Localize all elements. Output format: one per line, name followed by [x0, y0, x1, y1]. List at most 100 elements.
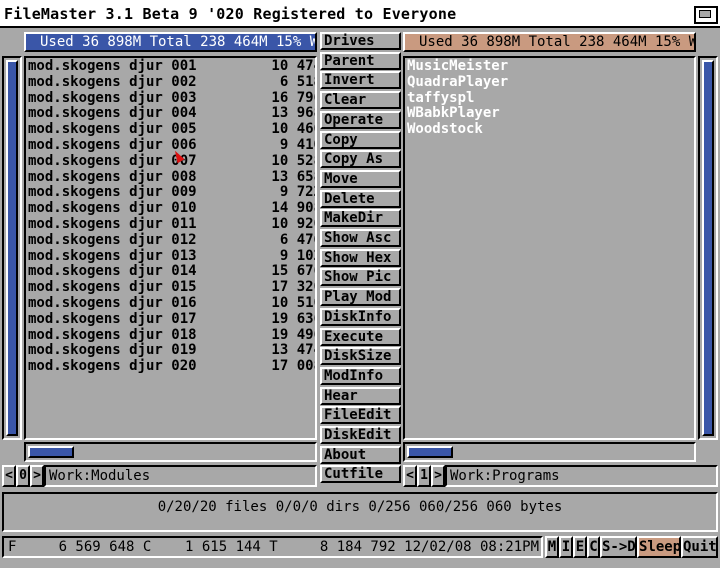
file-name: mod.skogens djur 016 [28, 295, 197, 311]
quit-button[interactable]: Quit [681, 536, 718, 558]
file-row[interactable]: mod.skogens djur 012 6 476 [28, 231, 315, 249]
right-horizontal-scrollbar[interactable] [403, 442, 696, 462]
program-item[interactable]: WBabkPlayer [407, 106, 500, 122]
depth-gadget-icon[interactable] [694, 6, 718, 24]
i-button[interactable]: I [559, 536, 573, 558]
right-prev-button[interactable]: < [403, 465, 417, 487]
file-row[interactable]: mod.skogens djur 019 13 474 [28, 342, 315, 359]
left-horizontal-scrollbar[interactable] [24, 442, 317, 462]
cmd-button-about[interactable]: About [320, 445, 401, 464]
file-row[interactable]: mod.skogens djur 001 10 474 [28, 58, 315, 75]
file-size: 9 722 [279, 184, 315, 201]
file-size: 10 474 [271, 58, 317, 74]
cmd-button-show-asc[interactable]: Show Asc [320, 229, 401, 247]
file-name: mod.skogens djur 011 [28, 216, 197, 232]
left-hscroll-knob[interactable] [28, 446, 74, 458]
file-row[interactable]: mod.skogens djur 016 10 510 [28, 295, 315, 312]
cmd-button-execute[interactable]: Execute [320, 327, 401, 346]
c-button[interactable]: C [587, 536, 600, 558]
file-row[interactable]: mod.skogens djur 014 15 676 [28, 264, 315, 280]
cmd-button-operate[interactable]: Operate [320, 110, 401, 129]
program-item[interactable]: Woodstock [407, 122, 483, 138]
e-button[interactable]: E [573, 536, 587, 558]
cmd-button-show-pic[interactable]: Show Pic [320, 268, 401, 287]
file-size: 6 476 [279, 231, 315, 248]
file-row[interactable]: mod.skogens djur 011 10 920 [28, 216, 315, 233]
cmd-button-show-hex[interactable]: Show Hex [320, 248, 401, 267]
file-row[interactable]: mod.skogens djur 020 17 008 [28, 359, 315, 375]
file-row[interactable]: mod.skogens djur 005 10 460 [28, 122, 315, 138]
cmd-button-clear[interactable]: Clear [320, 91, 401, 110]
cmd-button-diskedit[interactable]: DiskEdit [320, 426, 401, 444]
file-row[interactable]: mod.skogens djur 003 16 796 [28, 89, 315, 107]
left-vertical-scrollbar[interactable] [2, 56, 22, 440]
sleep-button[interactable]: Sleep [637, 536, 681, 558]
cmd-button-hear[interactable]: Hear [320, 386, 401, 405]
cmd-button-invert[interactable]: Invert [320, 71, 401, 90]
status-area: 0/20/20 files 0/0/0 dirs 0/256 060/256 0… [2, 492, 718, 532]
file-row[interactable]: mod.skogens djur 002 6 518 [28, 74, 315, 91]
right-path-field[interactable]: Work:Programs [445, 465, 718, 487]
file-row[interactable]: mod.skogens djur 017 19 636 [28, 310, 315, 328]
memory-info: F 6 569 648 C 1 615 144 T 8 184 792 12/0… [2, 536, 543, 558]
right-file-list[interactable]: MusicMeister QuadraPlayer taffyspl WBabkPla… [403, 56, 696, 440]
left-file-list[interactable]: mod.skogens djur 001 10 474 mod.skogens dj… [24, 56, 317, 440]
file-row[interactable]: mod.skogens djur 007 10 528 [28, 153, 315, 170]
cmd-button-delete[interactable]: Delete [320, 189, 401, 208]
file-size: 17 008 [271, 358, 317, 375]
file-name: mod.skogens djur 015 [28, 279, 197, 296]
file-name: mod.skogens djur 019 [28, 342, 197, 359]
file-row[interactable]: mod.skogens djur 018 19 496 [28, 326, 315, 344]
file-row[interactable]: mod.skogens djur 009 9 722 [28, 184, 315, 201]
right-vertical-scrollbar[interactable] [698, 56, 718, 440]
cmd-button-play-mod[interactable]: Play Mod [320, 288, 401, 307]
file-row[interactable]: mod.skogens djur 013 9 102 [28, 248, 315, 265]
right-next-button[interactable]: > [431, 465, 445, 487]
file-name: mod.skogens djur 003 [28, 89, 197, 106]
file-name: mod.skogens djur 009 [28, 184, 197, 201]
file-row[interactable]: mod.skogens djur 015 17 320 [28, 279, 315, 296]
left-path-field[interactable]: Work:Modules [44, 465, 317, 487]
right-vscroll-knob[interactable] [702, 60, 714, 436]
right-panel-header[interactable]: Used 36 898M Total 238 464M 15% W [403, 32, 696, 52]
cmd-button-move[interactable]: Move [320, 169, 401, 188]
left-drive-number[interactable]: 0 [16, 465, 30, 487]
file-size: 17 320 [271, 279, 317, 296]
cmd-button-drives[interactable]: Drives [320, 32, 401, 50]
file-name: mod.skogens djur 012 [28, 231, 197, 248]
left-vscroll-knob[interactable] [6, 60, 18, 436]
file-size: 10 528 [271, 152, 317, 169]
cmd-button-modinfo[interactable]: ModInfo [320, 366, 401, 385]
file-name: mod.skogens djur 001 [28, 58, 197, 74]
file-row[interactable]: mod.skogens djur 010 14 908 [28, 201, 315, 217]
program-item[interactable]: taffyspl [407, 90, 474, 107]
cmd-button-copy[interactable]: Copy [320, 130, 401, 149]
right-drive-number[interactable]: 1 [417, 465, 431, 487]
cmd-button-cutfile[interactable]: Cutfile [320, 465, 401, 484]
file-name: mod.skogens djur 006 [28, 137, 197, 153]
file-size: 10 920 [271, 216, 317, 232]
left-next-button[interactable]: > [30, 465, 44, 487]
m-button[interactable]: M [545, 536, 559, 558]
bottom-bar: F 6 569 648 C 1 615 144 T 8 184 792 12/0… [0, 536, 720, 558]
cmd-button-disksize[interactable]: DiskSize [320, 347, 401, 366]
program-item[interactable]: MusicMeister [407, 59, 508, 75]
file-size: 14 908 [271, 200, 317, 217]
file-row[interactable]: mod.skogens djur 008 13 658 [28, 169, 315, 186]
cmd-button-diskinfo[interactable]: DiskInfo [320, 307, 401, 326]
left-prev-button[interactable]: < [2, 465, 16, 487]
file-name: mod.skogens djur 018 [28, 326, 197, 343]
source-to-dest-button[interactable]: S->D [600, 536, 637, 558]
file-row[interactable]: mod.skogens djur 004 13 968 [28, 105, 315, 122]
program-item[interactable]: QuadraPlayer [407, 74, 508, 91]
file-size: 10 510 [271, 295, 317, 311]
right-hscroll-knob[interactable] [407, 446, 453, 458]
title-bar[interactable]: FileMaster 3.1 Beta 9 '020 Registered to… [0, 0, 720, 28]
cmd-button-fileedit[interactable]: FileEdit [320, 406, 401, 425]
cmd-button-makedir[interactable]: MakeDir [320, 209, 401, 228]
file-name: mod.skogens djur 004 [28, 105, 197, 122]
cmd-button-parent[interactable]: Parent [320, 51, 401, 70]
cmd-button-copy-as[interactable]: Copy As [320, 150, 401, 169]
left-panel-header[interactable]: Used 36 898M Total 238 464M 15% W [24, 32, 317, 52]
file-name: mod.skogens djur 017 [28, 310, 197, 327]
